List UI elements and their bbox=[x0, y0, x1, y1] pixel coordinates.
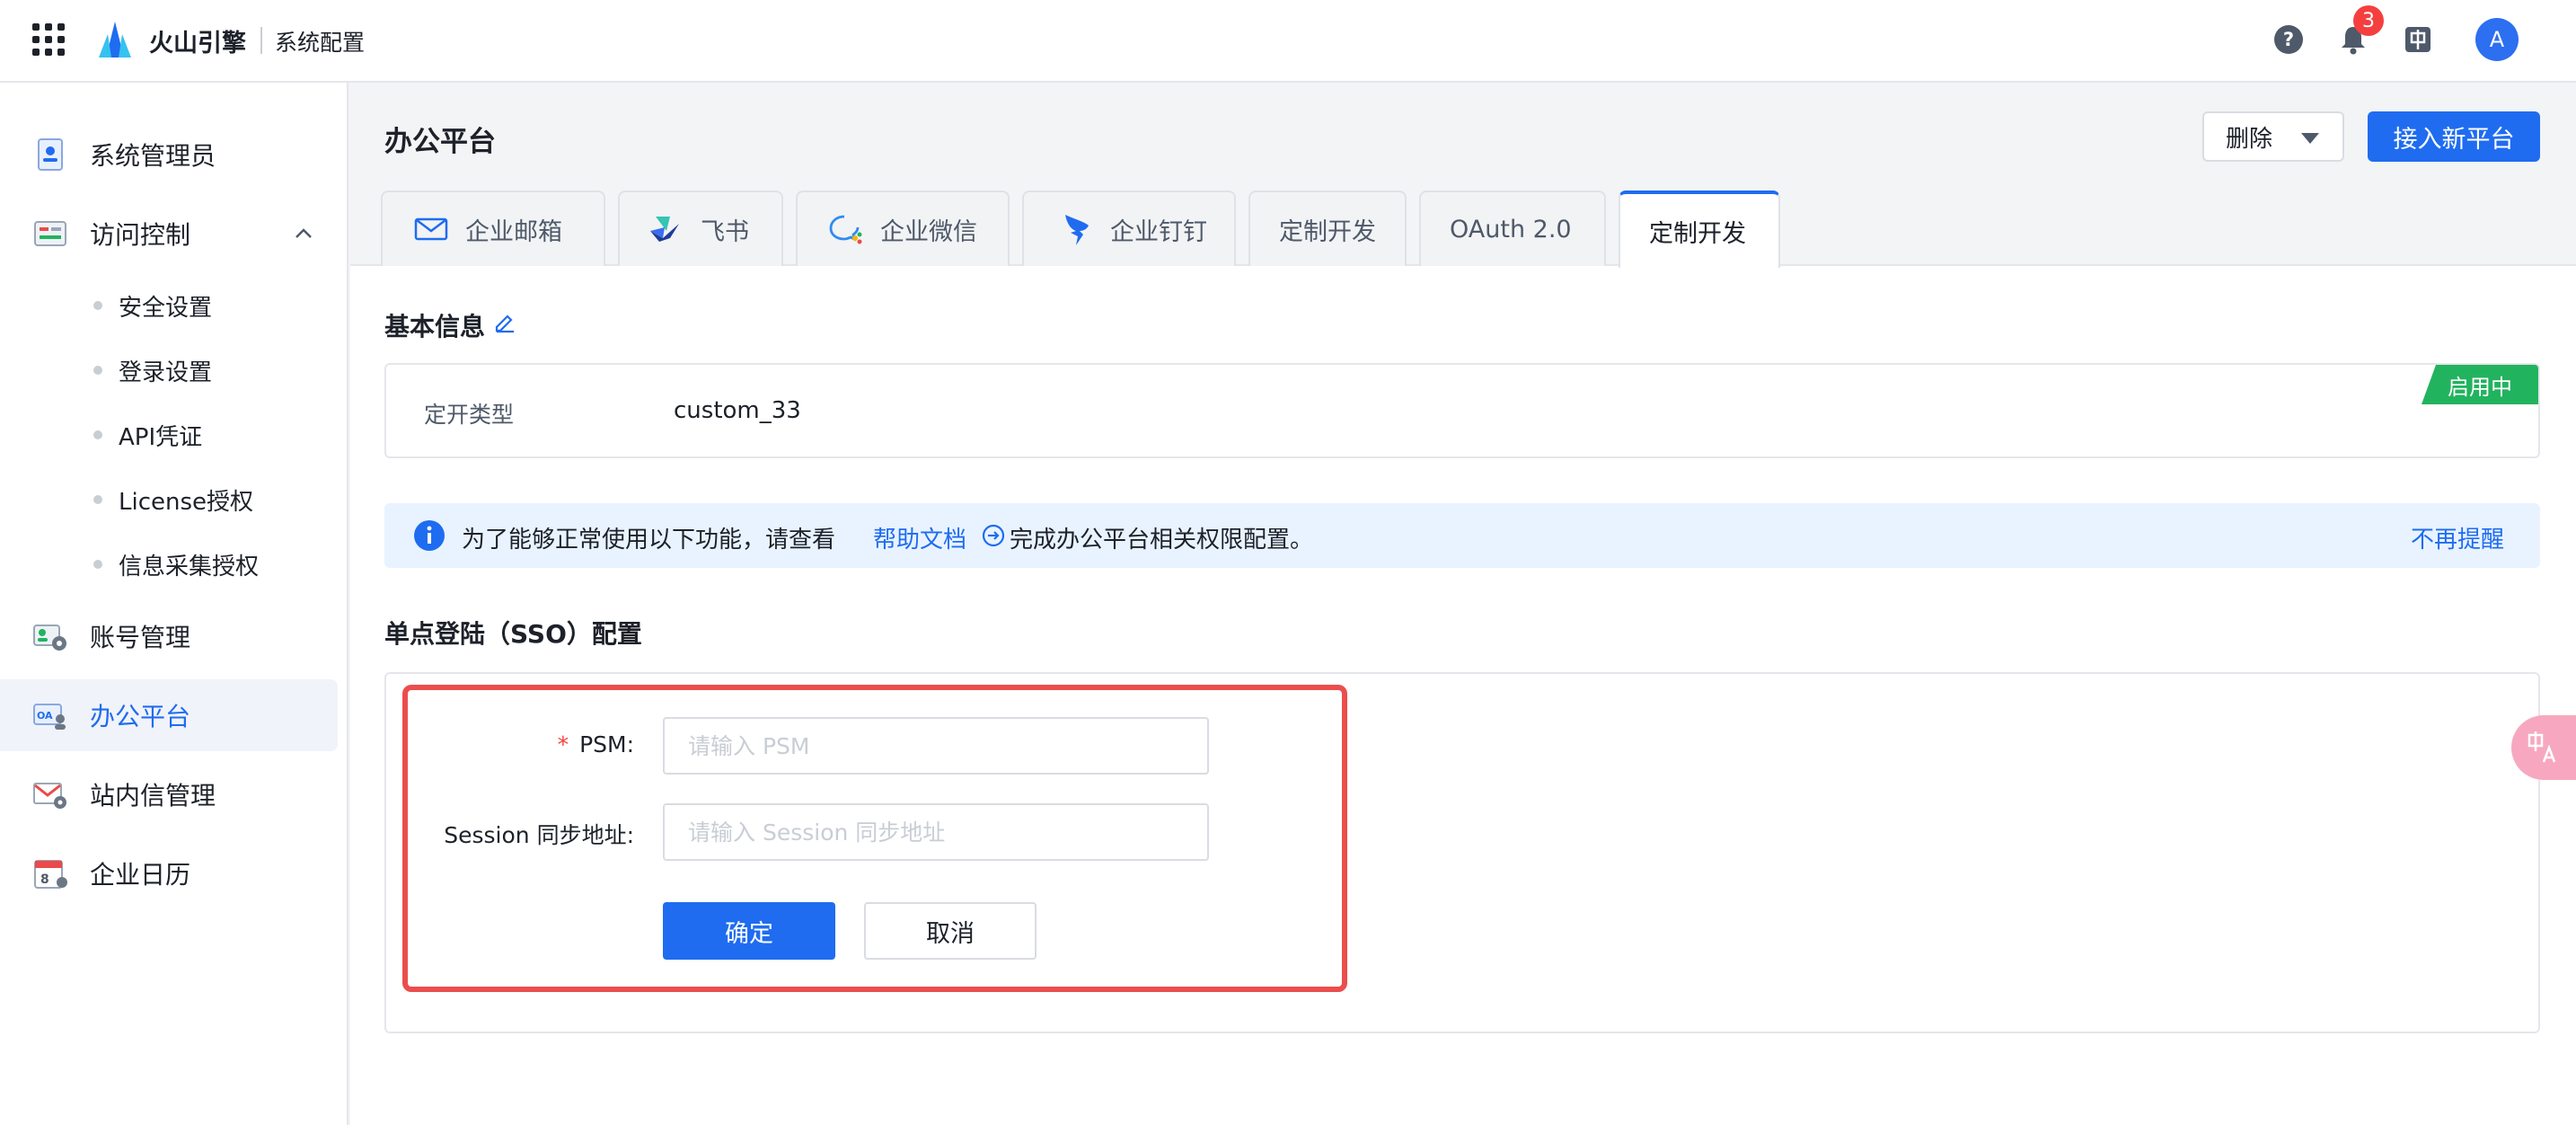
type-value: custom_33 bbox=[674, 397, 801, 424]
session-url-input[interactable] bbox=[663, 803, 1209, 861]
sidebar-item-accounts[interactable]: 账号管理 bbox=[0, 600, 338, 672]
account-settings-icon bbox=[33, 625, 66, 651]
session-url-label: Session 同步地址: bbox=[444, 822, 634, 848]
language-icon[interactable] bbox=[2400, 22, 2436, 58]
tab-custom-dev-active[interactable]: 定制开发 bbox=[1619, 190, 1780, 268]
add-platform-button[interactable]: 接入新平台 bbox=[2368, 111, 2540, 162]
sidebar-subitem-label: API凭证 bbox=[119, 423, 203, 451]
sidebar-item-label: 站内信管理 bbox=[90, 781, 216, 811]
tab-dingtalk[interactable]: 企业钉钉 bbox=[1022, 190, 1236, 266]
sidebar-subitem-security[interactable]: 安全设置 bbox=[0, 279, 338, 332]
sso-section-title: 单点登陆（SSO）配置 bbox=[384, 619, 642, 649]
help-alert: 为了能够正常使用以下功能，请查看 帮助文档 完成办公平台相关权限配置。 不再提醒 bbox=[384, 503, 2540, 568]
svg-text:?: ? bbox=[2283, 29, 2294, 50]
notification-badge: 3 bbox=[2353, 5, 2384, 36]
delete-button-label: 删除 bbox=[2226, 125, 2273, 153]
psm-label-text: PSM: bbox=[579, 731, 634, 757]
sidebar-item-office-platform[interactable]: OA 办公平台 bbox=[0, 679, 338, 751]
alert-text-after: 完成办公平台相关权限配置。 bbox=[1010, 527, 1314, 554]
avatar[interactable]: A bbox=[2475, 18, 2519, 61]
volcano-logo-icon bbox=[99, 22, 131, 58]
tab-label: 飞书 bbox=[701, 217, 749, 246]
psm-label: * PSM: bbox=[539, 731, 634, 757]
tab-wecom[interactable]: 企业微信 bbox=[796, 190, 1010, 266]
bullet-dot bbox=[93, 430, 102, 439]
type-label: 定开类型 bbox=[424, 402, 515, 428]
info-icon bbox=[414, 520, 445, 551]
bullet-dot bbox=[93, 560, 102, 569]
tab-label: 定制开发 bbox=[1279, 217, 1376, 246]
floating-translate-button[interactable] bbox=[2511, 715, 2576, 780]
svg-text:OA: OA bbox=[37, 710, 53, 722]
tab-label: OAuth 2.0 bbox=[1450, 215, 1572, 244]
cancel-button[interactable]: 取消 bbox=[864, 902, 1037, 960]
psm-input[interactable] bbox=[663, 717, 1209, 775]
sidebar-item-label: 系统管理员 bbox=[90, 141, 216, 171]
tab-custom-dev[interactable]: 定制开发 bbox=[1248, 190, 1407, 266]
bullet-dot bbox=[93, 301, 102, 310]
mail-settings-icon bbox=[33, 783, 66, 809]
arrow-right-circle-icon[interactable] bbox=[981, 523, 1006, 548]
tab-label: 企业邮箱 bbox=[465, 217, 562, 246]
tab-enterprise-mail[interactable]: 企业邮箱 bbox=[381, 190, 605, 266]
sidebar-subitem-data-collection[interactable]: 信息采集授权 bbox=[0, 537, 338, 591]
sidebar-subitem-login[interactable]: 登录设置 bbox=[0, 343, 338, 397]
bullet-dot bbox=[93, 366, 102, 375]
help-doc-link[interactable]: 帮助文档 bbox=[873, 521, 966, 554]
tab-label: 定制开发 bbox=[1649, 219, 1746, 248]
confirm-button[interactable]: 确定 bbox=[663, 902, 835, 960]
sidebar-subitem-label: License授权 bbox=[119, 488, 254, 516]
sidebar-item-label: 企业日历 bbox=[90, 860, 191, 890]
required-mark: * bbox=[557, 731, 569, 757]
tab-feishu[interactable]: 飞书 bbox=[618, 190, 783, 266]
status-badge: 启用中 bbox=[2422, 365, 2538, 404]
sidebar-item-access-control[interactable]: 访问控制 bbox=[0, 198, 338, 270]
page-title: 办公平台 bbox=[384, 126, 496, 158]
help-icon[interactable]: ? bbox=[2271, 22, 2307, 58]
basic-info-card: 定开类型 custom_33 启用中 bbox=[384, 363, 2540, 458]
tab-label: 企业微信 bbox=[880, 217, 977, 246]
sidebar-item-label: 访问控制 bbox=[90, 220, 191, 250]
app-grid-icon[interactable] bbox=[32, 23, 65, 56]
brand-name: 火山引擎 bbox=[149, 30, 246, 58]
delete-dropdown-button[interactable]: 删除 bbox=[2202, 111, 2344, 162]
sidebar-subitem-api[interactable]: API凭证 bbox=[0, 408, 338, 462]
office-platform-icon: OA bbox=[33, 704, 66, 730]
brand-subtitle: 系统配置 bbox=[275, 30, 366, 56]
tab-label: 企业钉钉 bbox=[1110, 217, 1207, 246]
calendar-icon: 8 bbox=[34, 860, 67, 889]
dismiss-alert-button[interactable]: 不再提醒 bbox=[2411, 521, 2504, 554]
caret-down-icon bbox=[2301, 133, 2319, 144]
top-bar: 火山引擎 系统配置 ? 3 A bbox=[0, 0, 2576, 83]
basic-info-title: 基本信息 bbox=[384, 312, 486, 341]
sidebar-item-calendar[interactable]: 8 企业日历 bbox=[0, 837, 338, 909]
wecom-icon bbox=[829, 215, 862, 244]
dingtalk-icon bbox=[1065, 215, 1089, 245]
sidebar-item-label: 办公平台 bbox=[90, 702, 191, 731]
sidebar-subitem-label: 安全设置 bbox=[119, 294, 213, 322]
chevron-up-icon[interactable] bbox=[293, 223, 314, 244]
sidebar-item-label: 账号管理 bbox=[90, 623, 191, 652]
sidebar-subitem-label: 信息采集授权 bbox=[119, 553, 260, 580]
svg-text:8: 8 bbox=[40, 873, 49, 887]
translate-icon bbox=[2527, 731, 2556, 763]
edit-icon[interactable] bbox=[492, 309, 517, 334]
sidebar-subitem-license[interactable]: License授权 bbox=[0, 473, 338, 527]
brand-divider bbox=[260, 27, 262, 54]
feishu-icon bbox=[650, 217, 679, 242]
access-control-icon bbox=[34, 221, 66, 246]
bullet-dot bbox=[93, 495, 102, 504]
alert-text-before: 为了能够正常使用以下功能，请查看 bbox=[462, 527, 836, 554]
sidebar-item-system-admin[interactable]: 系统管理员 bbox=[0, 119, 338, 190]
sidebar-item-messages[interactable]: 站内信管理 bbox=[0, 758, 338, 830]
tab-oauth[interactable]: OAuth 2.0 bbox=[1419, 190, 1606, 266]
sidebar-subitem-label: 登录设置 bbox=[119, 359, 213, 386]
mail-icon bbox=[414, 217, 448, 241]
admin-doc-icon bbox=[38, 138, 63, 171]
